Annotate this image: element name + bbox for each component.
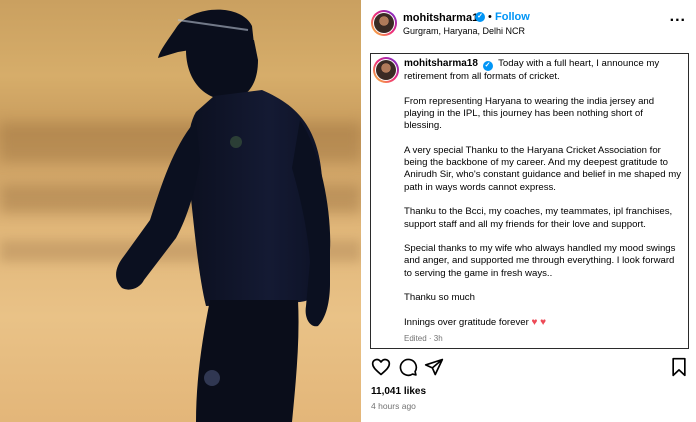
follow-button[interactable]: Follow xyxy=(495,11,530,23)
location-link[interactable]: Gurgram, Haryana, Delhi NCR xyxy=(403,26,525,36)
share-icon[interactable] xyxy=(424,357,444,377)
caption-username-link[interactable]: mohitsharma18 xyxy=(404,58,478,69)
caption-avatar[interactable] xyxy=(373,57,399,83)
edited-label: Edited · 3h xyxy=(404,333,443,343)
caption-paragraph: A very special Thanku to the Haryana Cri… xyxy=(404,144,682,193)
heart-emoji: ♥ ♥ xyxy=(531,316,547,328)
bookmark-icon[interactable] xyxy=(669,357,689,377)
avatar[interactable] xyxy=(371,10,397,36)
caption-paragraph: Thanku so much xyxy=(404,292,475,304)
post-panel: mohitsharma18 ✓ • Follow Gurgram, Haryan… xyxy=(361,0,696,422)
cricketer-silhouette xyxy=(116,9,331,422)
heart-icon[interactable] xyxy=(371,357,391,377)
comment-icon[interactable] xyxy=(398,357,418,377)
action-bar xyxy=(371,357,689,379)
caption-text: mohitsharma18 ✓ Today with a full heart,… xyxy=(404,58,682,345)
post-timestamp[interactable]: 4 hours ago xyxy=(371,401,416,411)
likes-count[interactable]: 11,041 likes xyxy=(371,386,426,397)
caption-paragraph: Thanku to the Bcci, my coaches, my teamm… xyxy=(404,206,673,230)
verified-icon: ✓ xyxy=(475,12,485,22)
caption-paragraph: From representing Haryana to wearing the… xyxy=(404,95,655,132)
verified-icon: ✓ xyxy=(482,61,493,71)
caption-box: mohitsharma18 ✓ Today with a full heart,… xyxy=(370,53,689,349)
caption-paragraph: Special thanks to my wife who always han… xyxy=(404,243,676,279)
caption-paragraph: Innings over gratitude forever xyxy=(404,316,529,328)
username-link[interactable]: mohitsharma18 xyxy=(403,12,484,24)
post-header: mohitsharma18 ✓ • Follow Gurgram, Haryan… xyxy=(361,0,696,46)
separator-dot: • xyxy=(488,11,492,23)
post-photo[interactable] xyxy=(0,0,361,422)
more-options-icon[interactable]: ... xyxy=(670,8,686,26)
